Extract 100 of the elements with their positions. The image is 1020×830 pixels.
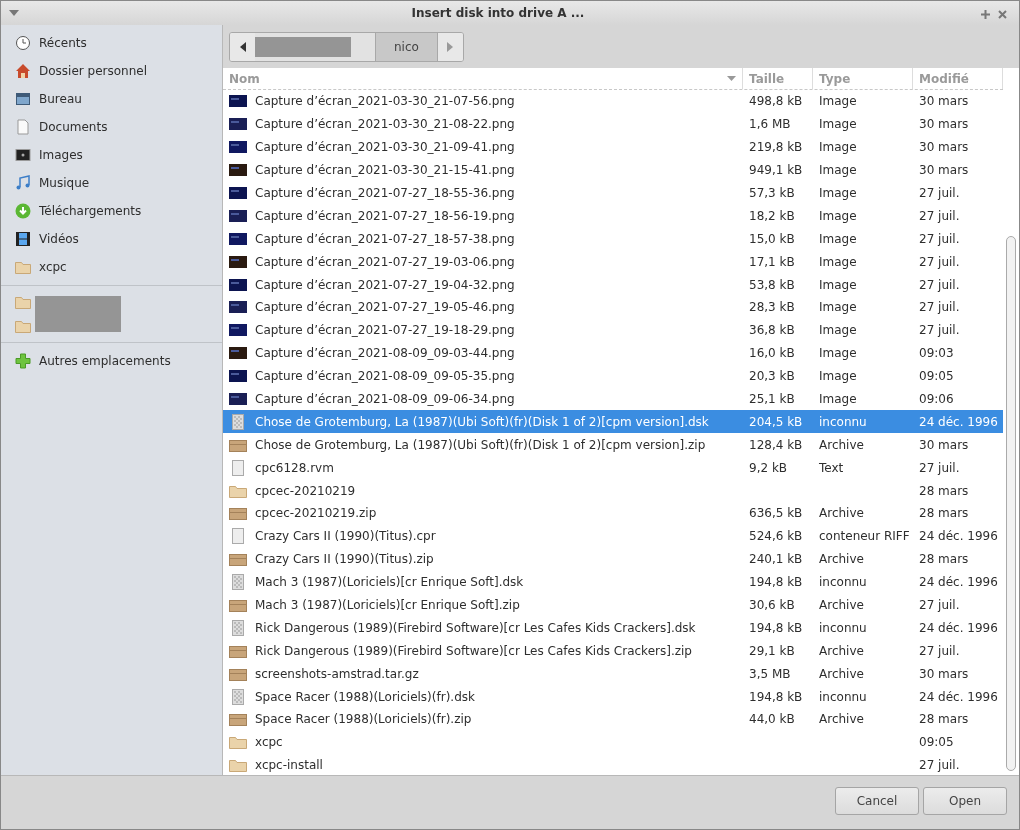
file-size: 57,3 kB [749,186,795,200]
file-row[interactable]: cpcec-20210219.zip 636,5 kB Archive 28 mars [223,502,1003,525]
file-row[interactable]: Rick Dangerous (1989)(Firebird Software)[cr Les Cafes Kids Crackers].zip 29,1 kB Archive 27 juil. [223,639,1003,663]
file-type: Image [819,346,857,361]
file-type: Archive [819,506,864,521]
file-row[interactable]: Capture d’écran_2021-08-09_09-05-35.png 20,3 kB Image 09:05 [223,364,1003,388]
sidebar-item[interactable]: Autres emplacements [1,347,222,375]
dialog-button[interactable]: Open [923,786,1007,815]
sidebar-item[interactable]: Téléchargements [1,197,222,225]
file-date: 30 mars [919,117,969,132]
file-row[interactable]: Space Racer (1988)(Loriciels)(fr).zip 44,0 kB Archive 28 mars [223,708,1003,731]
file-size: 36,8 kB [749,323,795,338]
picture-icon [15,147,31,163]
sidebar-item[interactable]: Bureau [1,85,222,113]
file-row[interactable]: Capture d’écran_2021-07-27_18-56-19.png 18,2 kB Image 27 juil. [223,204,1003,228]
file-date: 24 déc. 1996 [919,414,998,429]
file-date: 27 juil. [919,208,960,223]
file-row[interactable]: Chose de Grotemburg, La (1987)(Ubi Soft)(fr)(Disk 1 of 2)[cpm version].zip 128,4 kB Archive 30 mars [223,433,1003,457]
package-icon [229,712,247,727]
file-date: 28 mars [919,712,969,727]
sidebar-item[interactable]: Récents [1,29,222,57]
file-type: Image [819,369,857,384]
file-size: 498,8 kB [749,94,803,109]
file-row[interactable]: xcpc 09:05 [223,730,1003,754]
sidebar-item[interactable]: Images [1,141,222,169]
package-icon [229,598,247,613]
file-size: 16,0 kB [749,346,795,361]
file-row[interactable]: screenshots-amstrad.tar.gz 3,5 MB Archive 30 mars [223,662,1003,686]
file-row[interactable]: cpcec-20210219 28 mars [223,479,1003,503]
file-date: 28 mars [919,506,969,521]
file-type: Archive [819,598,864,613]
folder-icon [229,734,247,751]
file-row[interactable]: Capture d’écran_2021-03-30_21-15-41.png 949,1 kB Image 30 mars [223,158,1003,182]
file-date: 09:05 [919,735,954,750]
file-row[interactable]: Capture d’écran_2021-07-27_19-04-32.png 53,8 kB Image 27 juil. [223,273,1003,296]
file-date: 27 juil. [919,231,960,246]
file-size: 949,1 kB [749,163,803,178]
thumbnail-icon [229,370,247,383]
file-row[interactable]: Capture d’écran_2021-07-27_18-57-38.png 15,0 kB Image 27 juil. [223,227,1003,251]
sidebar-item[interactable]: Vidéos [1,225,222,253]
dialog-button[interactable]: Cancel [835,786,919,815]
scroll-right-button[interactable] [437,32,463,61]
file-size: 128,4 kB [749,437,803,452]
folder-icon [15,259,31,275]
file-name: Chose de Grotemburg, La (1987)(Ubi Soft)(fr)(Disk 1 of 2)[cpm version].zip [255,436,706,454]
file-row[interactable]: Capture d’écran_2021-07-27_19-03-06.png 17,1 kB Image 27 juil. [223,250,1003,274]
thumbnail-icon [229,324,247,337]
file-row[interactable]: Capture d’écran_2021-03-30_21-07-56.png 498,8 kB Image 30 mars [223,90,1003,113]
thumbnail-icon [229,187,247,199]
file-row[interactable]: xcpc-install 27 juil. [223,753,1003,775]
package-icon [229,643,247,658]
file-size: 3,5 MB [749,666,791,681]
file-row[interactable]: Capture d’écran_2021-07-27_19-18-29.png 36,8 kB Image 27 juil. [223,318,1003,342]
file-row[interactable]: Rick Dangerous (1989)(Firebird Software)[cr Les Cafes Kids Crackers].dsk 194,8 kB inconnu 24 déc. 1996 [223,616,1003,640]
thumbnail-icon [229,95,247,108]
file-type: Text [819,460,844,475]
clock-icon [15,35,31,51]
plus-icon [15,353,31,369]
file-name: Capture d’écran_2021-08-09_09-03-44.png [255,345,515,363]
file-type: Image [819,323,857,338]
file-name: Rick Dangerous (1989)(Firebird Software)[cr Les Cafes Kids Crackers].zip [255,642,692,660]
file-type: Image [819,94,857,109]
file-name: Capture d’écran_2021-03-30_21-15-41.png [255,162,515,180]
scroll-left-button[interactable] [230,32,255,61]
file-name: Capture d’écran_2021-03-30_21-07-56.png [255,93,515,111]
file-row[interactable]: Mach 3 (1987)(Loriciels)[cr Enrique Soft].zip 30,6 kB Archive 27 juil. [223,593,1003,617]
file-row[interactable]: Capture d’écran_2021-08-09_09-06-34.png 25,1 kB Image 09:06 [223,387,1003,411]
file-size: 194,8 kB [749,620,803,635]
file-row[interactable]: cpc6128.rvm 9,2 kB Text 27 juil. [223,456,1003,480]
file-row[interactable]: Crazy Cars II (1990)(Titus).zip 240,1 kB Archive 28 mars [223,547,1003,571]
file-name: cpcec-20210219.zip [255,505,377,523]
file-row[interactable]: Capture d’écran_2021-03-30_21-09-41.png 219,8 kB Image 30 mars [223,135,1003,159]
file-row[interactable]: Capture d’écran_2021-07-27_19-05-46.png 28,3 kB Image 27 juil. [223,296,1003,319]
file-date: 09:06 [919,392,954,406]
sort-arrow-icon [727,76,736,81]
path-button[interactable]: nico [375,32,438,61]
file-type: Archive [819,712,864,727]
sidebar-item[interactable]: Dossier personnel [1,57,222,85]
file-size: 240,1 kB [749,552,803,567]
file-size: 524,6 kB [749,529,803,544]
file-name: Crazy Cars II (1990)(Titus).cpr [255,528,436,546]
file-size: 219,8 kB [749,140,803,155]
thumbnail-icon [229,278,247,291]
file-type: Image [819,117,857,132]
file-row[interactable]: Space Racer (1988)(Loriciels)(fr).dsk 194,8 kB inconnu 24 déc. 1996 [223,685,1003,709]
package-icon [229,437,247,452]
sidebar-item[interactable]: Documents [1,113,222,141]
file-row[interactable]: Capture d’écran_2021-08-09_09-03-44.png 16,0 kB Image 09:03 [223,341,1003,365]
file-name: Capture d’écran_2021-07-27_19-03-06.png [255,253,515,271]
file-row[interactable]: Capture d’écran_2021-03-30_21-08-22.png 1,6 MB Image 30 mars [223,112,1003,136]
file-row[interactable]: Capture d’écran_2021-07-27_18-55-36.png 57,3 kB Image 27 juil. [223,181,1003,205]
file-size: 636,5 kB [749,506,803,521]
sidebar-item[interactable]: Musique [1,169,222,197]
sidebar-item[interactable]: xcpc [1,253,222,281]
file-row[interactable]: Crazy Cars II (1990)(Titus).cpr 524,6 kB conteneur RIFF 24 déc. 1996 [223,524,1003,548]
file-name: Capture d’écran_2021-03-30_21-08-22.png [255,116,515,134]
left-arrow-icon [239,41,246,52]
menu-icon[interactable] [9,10,19,16]
file-row[interactable]: Mach 3 (1987)(Loriciels)[cr Enrique Soft].dsk 194,8 kB inconnu 24 déc. 1996 [223,570,1003,594]
scrollbar-thumb[interactable] [1006,236,1016,771]
